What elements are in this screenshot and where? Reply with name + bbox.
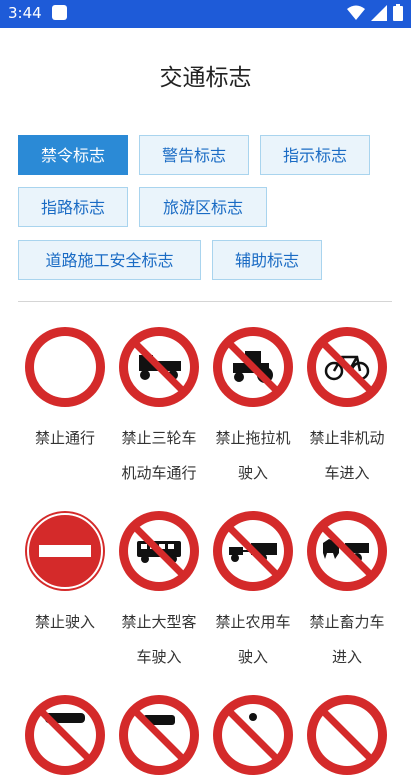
no-vehicle-icon [119,695,199,775]
no-tractor-icon [213,327,293,407]
no-entry-all-icon [25,327,105,407]
page-title: 交通标志 [159,65,252,91]
sign-label: 禁止畜力车 进入 [309,613,385,666]
sign-label: 禁止拖拉机 驶入 [215,429,291,482]
sign-label: 禁止通行 [34,429,95,447]
sign-label: 禁止驶入 [34,613,95,631]
sign-item-partial[interactable] [300,693,394,777]
no-bus-icon [119,511,199,591]
notification-icon [52,5,67,20]
no-farm-vehicle-icon [213,511,293,591]
no-entry-icon [25,511,105,591]
sign-item-no-animal-cart[interactable]: 禁止畜力车 进入 [300,509,394,675]
no-bicycle-icon [307,327,387,407]
status-time: 3:44 [8,4,42,22]
tab-guide-signs[interactable]: 指路标志 [18,187,128,227]
sign-label: 禁止农用车 驶入 [215,613,291,666]
sign-label: 禁止大型客 车驶入 [121,613,197,666]
sign-item-partial[interactable] [206,693,300,777]
tab-tourist-area-signs[interactable]: 旅游区标志 [139,187,267,227]
battery-icon [393,4,403,21]
sign-item-no-tractor[interactable]: 禁止拖拉机 驶入 [206,325,300,491]
sign-item-no-farm-vehicle[interactable]: 禁止农用车 驶入 [206,509,300,675]
sign-item-partial[interactable] [18,693,112,777]
sign-item-no-entry[interactable]: 禁止驶入 [18,509,112,640]
tab-warning-signs[interactable]: 警告标志 [139,135,249,175]
no-pedestrian-icon [213,695,293,775]
signal-icon [371,4,387,21]
wifi-icon [347,5,365,20]
sign-item-no-passage[interactable]: 禁止通行 [18,325,112,456]
tab-indication-signs[interactable]: 指示标志 [260,135,370,175]
sign-label: 禁止非机动 车进入 [309,429,385,482]
sign-item-partial[interactable] [112,693,206,777]
prohibition-sign-icon [307,695,387,775]
divider [18,301,392,302]
tab-auxiliary-signs[interactable]: 辅助标志 [212,240,322,280]
sign-item-no-non-motor[interactable]: 禁止非机动 车进入 [300,325,394,491]
tab-prohibition-signs[interactable]: 禁令标志 [18,135,128,175]
no-animal-cart-icon [307,511,387,591]
sign-label: 禁止三轮车 机动车通行 [121,429,197,482]
no-car-icon [25,695,105,775]
sign-item-no-bus[interactable]: 禁止大型客 车驶入 [112,509,206,675]
sign-item-no-motor-tricycle[interactable]: 禁止三轮车 机动车通行 [112,325,206,491]
tab-road-construction-signs[interactable]: 道路施工安全标志 [18,240,201,280]
no-motor-tricycle-icon [119,327,199,407]
status-bar: 3:44 [0,0,411,28]
